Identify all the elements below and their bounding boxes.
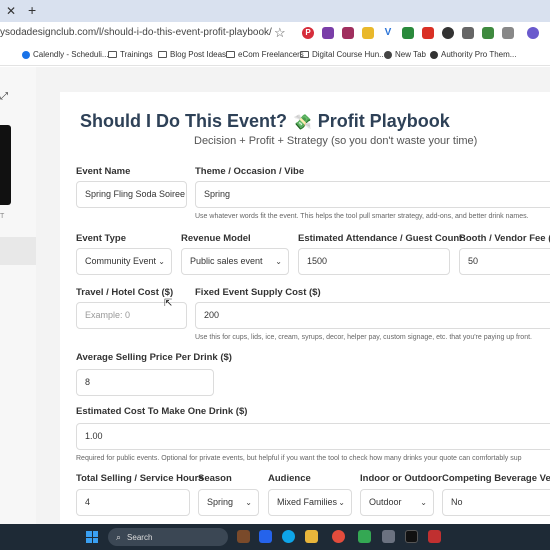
url-field[interactable]: ysodadesignclub.com/l/should-i-do-this-e… [0, 27, 272, 38]
extension-icon[interactable] [422, 27, 434, 39]
supply-cost-input[interactable]: 200 [195, 302, 550, 329]
cost-per-drink-help: Required for public events. Optional for… [76, 455, 522, 462]
side-selection[interactable] [0, 237, 36, 265]
bookmark-new-tab[interactable]: New Tab [384, 50, 426, 59]
event-name-label: Event Name [76, 166, 131, 177]
windows-icon[interactable] [86, 531, 98, 543]
competing-label: Competing Beverage Vend [442, 473, 550, 484]
event-name-input[interactable]: Spring Fling Soda Soiree [76, 181, 187, 208]
folder-icon [300, 51, 309, 58]
cursor-icon: ⇱ [164, 298, 173, 309]
taskbar-search[interactable]: ⌕ Search [108, 528, 228, 546]
app-icon[interactable] [382, 530, 395, 543]
revenue-model-label: Revenue Model [181, 233, 251, 244]
extension-icon[interactable] [362, 27, 374, 39]
folder-icon [108, 51, 117, 58]
folder-icon [158, 51, 167, 58]
thumbnail-label: T [0, 213, 5, 220]
taskbar: ⌕ Search [0, 524, 550, 550]
app-icon[interactable] [237, 530, 250, 543]
chevron-down-icon: ⌄ [245, 498, 252, 507]
supply-cost-help: Use this for cups, lids, ice, cream, syr… [195, 334, 532, 341]
theme-icon [430, 50, 438, 59]
folder-icon[interactable] [305, 530, 318, 543]
bookmark-digital-course[interactable]: Digital Course Hun... [300, 50, 386, 59]
bookmark-calendly[interactable]: Calendly - Scheduli... [22, 50, 109, 59]
bookmark-trainings[interactable]: Trainings [108, 50, 153, 59]
drive-icon[interactable] [402, 27, 414, 39]
chevron-down-icon: ⌄ [338, 498, 345, 507]
chrome-icon[interactable] [332, 530, 345, 543]
app-icon[interactable] [428, 530, 441, 543]
edge-icon[interactable] [282, 530, 295, 543]
close-icon[interactable]: ✕ [6, 4, 16, 18]
chevron-down-icon: ⌄ [158, 257, 165, 266]
expand-icon[interactable]: ⤢ [0, 91, 8, 102]
avg-price-input[interactable]: 8 [76, 369, 214, 396]
search-icon: ⌕ [116, 531, 122, 542]
event-type-select[interactable]: Community Event ⌄ [76, 248, 172, 275]
avatar[interactable] [527, 27, 539, 39]
booth-fee-label: Booth / Vendor Fee ($ [459, 233, 550, 244]
indoor-outdoor-label: Indoor or Outdoor [360, 473, 442, 484]
theme-input[interactable]: Spring [195, 181, 550, 208]
season-select[interactable]: Spring ⌄ [198, 489, 259, 516]
bookmarks-bar: Calendly - Scheduli... Trainings Blog Po… [0, 46, 550, 66]
theme-help: Use whatever words fit the event. This h… [195, 213, 529, 220]
vimeo-icon[interactable]: V [382, 27, 394, 39]
event-type-label: Event Type [76, 233, 126, 244]
theme-label: Theme / Occasion / Vibe [195, 166, 305, 177]
travel-cost-label: Travel / Hotel Cost ($) [76, 287, 174, 298]
hours-label: Total Selling / Service Hours [76, 473, 204, 484]
season-label: Season [198, 473, 232, 484]
indoor-outdoor-select[interactable]: Outdoor ⌄ [360, 489, 434, 516]
plus-icon[interactable]: + [28, 2, 36, 18]
globe-icon [384, 50, 392, 59]
money-icon: 💸 [293, 113, 312, 131]
app-icon[interactable] [358, 530, 371, 543]
audience-select[interactable]: Mixed Families ⌄ [268, 489, 352, 516]
avg-price-label: Average Selling Price Per Drink ($) [76, 352, 232, 363]
extension-icon[interactable] [342, 27, 354, 39]
puzzle-icon[interactable] [502, 27, 514, 39]
hours-input[interactable]: 4 [76, 489, 190, 516]
address-bar: ysodadesignclub.com/l/should-i-do-this-e… [0, 22, 550, 46]
left-panel: ⤢ T [0, 67, 36, 524]
cost-per-drink-input[interactable]: 1.00 [76, 423, 550, 450]
tab-strip: ✕ + [0, 0, 550, 22]
bookmark-ecom-freelancers[interactable]: eCom Freelancers [226, 50, 304, 59]
extension-icon[interactable] [442, 27, 454, 39]
attendance-label: Estimated Attendance / Guest Count [298, 233, 463, 244]
video-thumbnail[interactable] [0, 125, 11, 205]
chevron-down-icon: ⌄ [420, 498, 427, 507]
extension-icon[interactable] [482, 27, 494, 39]
star-icon[interactable]: ☆ [274, 25, 286, 41]
folder-icon [226, 51, 235, 58]
chevron-down-icon: ⌄ [275, 257, 282, 266]
extension-icon[interactable] [322, 27, 334, 39]
app-icon[interactable] [259, 530, 272, 543]
revenue-model-select[interactable]: Public sales event ⌄ [181, 248, 289, 275]
cost-per-drink-label: Estimated Cost To Make One Drink ($) [76, 406, 248, 417]
competing-select[interactable]: No [442, 489, 550, 516]
audience-label: Audience [268, 473, 311, 484]
extension-icon[interactable] [462, 27, 474, 39]
tiktok-icon[interactable] [405, 530, 418, 543]
calendly-icon [22, 50, 30, 59]
page-subtitle: Decision + Profit + Strategy (so you don… [194, 135, 478, 147]
bookmark-authority-pro[interactable]: Authority Pro Them... [430, 50, 516, 59]
bookmark-blog-post-ideas[interactable]: Blog Post Ideas [158, 50, 226, 59]
page-title: Should I Do This Event? 💸 Profit Playboo… [80, 111, 450, 131]
supply-cost-label: Fixed Event Supply Cost ($) [195, 287, 321, 298]
attendance-input[interactable]: 1500 [298, 248, 450, 275]
booth-fee-input[interactable]: 50 [459, 248, 550, 275]
pinterest-icon[interactable]: P [302, 27, 314, 39]
